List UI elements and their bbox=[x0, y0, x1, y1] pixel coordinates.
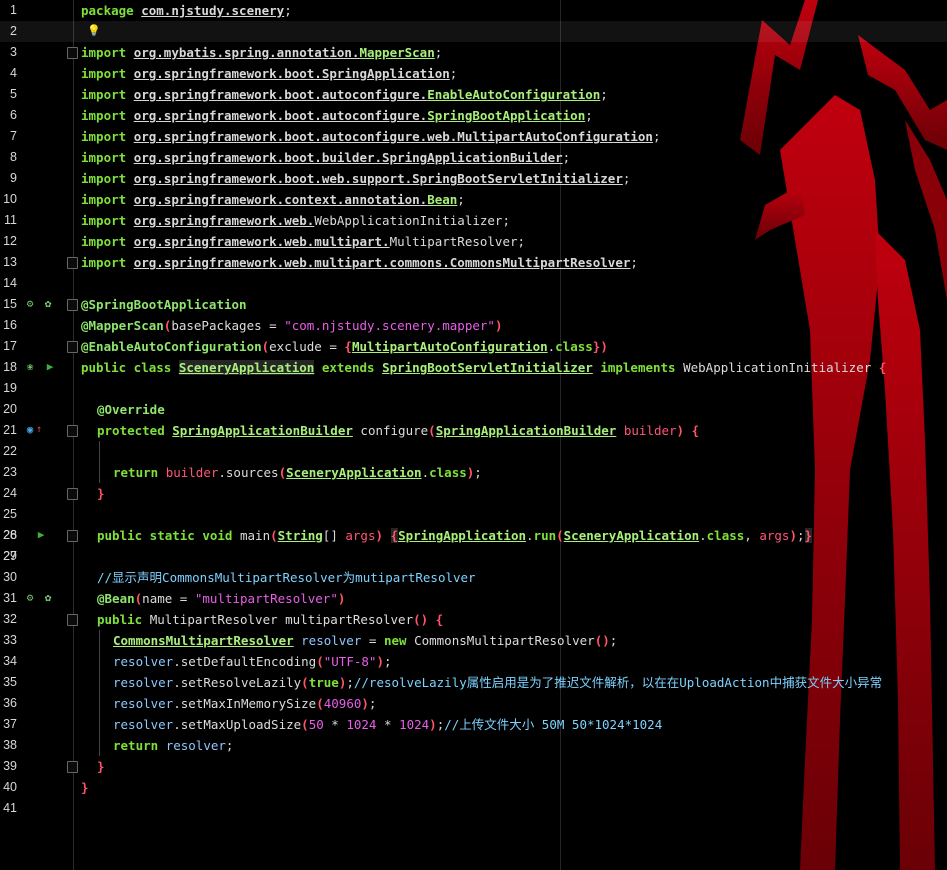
line-number: 30 bbox=[3, 570, 17, 584]
code-line[interactable]: 29 bbox=[0, 546, 947, 567]
line-number: 15 bbox=[3, 297, 17, 311]
line-number: 19 bbox=[3, 381, 17, 395]
code-line[interactable]: 12 import org.springframework.web.multip… bbox=[0, 231, 947, 252]
line-number: 28 bbox=[3, 528, 17, 542]
line-number: 9 bbox=[10, 171, 17, 185]
indent-guide bbox=[99, 441, 100, 483]
code-line[interactable]: 10 import org.springframework.context.an… bbox=[0, 189, 947, 210]
fold-icon[interactable] bbox=[67, 47, 78, 59]
code-editor[interactable]: 1 package com.njstudy.scenery; 2 💡 3 imp… bbox=[0, 0, 947, 870]
line-number: 5 bbox=[10, 87, 17, 101]
code-line[interactable]: 16 @MapperScan(basePackages = "com.njstu… bbox=[0, 315, 947, 336]
line-number: 25 bbox=[3, 507, 17, 521]
keyword: package bbox=[81, 3, 134, 18]
line-number: 35 bbox=[3, 675, 17, 689]
fold-icon[interactable] bbox=[67, 488, 78, 500]
code-line[interactable]: 1 package com.njstudy.scenery; bbox=[0, 0, 947, 21]
line-number: 14 bbox=[3, 276, 17, 290]
line-number: 8 bbox=[10, 150, 17, 164]
line-number: 29 bbox=[3, 549, 17, 563]
code-line[interactable]: 40 } bbox=[0, 777, 947, 798]
code-line[interactable]: 8 import org.springframework.boot.builde… bbox=[0, 147, 947, 168]
code-line[interactable]: 33 CommonsMultipartResolver resolver = n… bbox=[0, 630, 947, 651]
line-number: 41 bbox=[3, 801, 17, 815]
line-number: 37 bbox=[3, 717, 17, 731]
code-line[interactable]: 34 resolver.setDefaultEncoding("UTF-8"); bbox=[0, 651, 947, 672]
spring-bean-icon[interactable]: ✿ bbox=[41, 591, 55, 605]
code-line[interactable]: 20 @Override bbox=[0, 399, 947, 420]
package-name[interactable]: com.njstudy.scenery bbox=[141, 3, 284, 18]
fold-icon[interactable] bbox=[67, 299, 78, 311]
code-line[interactable]: 31 ⚙ ✿ @Bean(name = "multipartResolver") bbox=[0, 588, 947, 609]
line-number: 23 bbox=[3, 465, 17, 479]
code-line[interactable]: 3 import org.mybatis.spring.annotation.M… bbox=[0, 42, 947, 63]
line-number: 31 bbox=[3, 591, 17, 605]
code-line[interactable]: 32 public MultipartResolver multipartRes… bbox=[0, 609, 947, 630]
code-line[interactable]: 6 import org.springframework.boot.autoco… bbox=[0, 105, 947, 126]
code-line[interactable]: 36 resolver.setMaxInMemorySize(40960); bbox=[0, 693, 947, 714]
code-line[interactable]: 4 import org.springframework.boot.Spring… bbox=[0, 63, 947, 84]
code-line[interactable]: 19 bbox=[0, 378, 947, 399]
line-number: 21 bbox=[3, 423, 17, 437]
fold-icon[interactable] bbox=[67, 257, 78, 269]
override-arrow-icon: ↑ bbox=[35, 424, 43, 435]
code-line[interactable]: 7 import org.springframework.boot.autoco… bbox=[0, 126, 947, 147]
line-number: 1 bbox=[10, 3, 17, 17]
spring-bean-icon[interactable]: ❀ bbox=[23, 360, 37, 374]
line-number: 13 bbox=[3, 255, 17, 269]
lightbulb-icon[interactable]: 💡 bbox=[87, 24, 101, 38]
line-number: 36 bbox=[3, 696, 17, 710]
line-number: 6 bbox=[10, 108, 17, 122]
line-number: 17 bbox=[3, 339, 17, 353]
code-line[interactable]: 18 ❀ ▶ public class SceneryApplication e… bbox=[0, 357, 947, 378]
line-number: 22 bbox=[3, 444, 17, 458]
code-line[interactable]: 21 ◉ ↑ protected SpringApplicationBuilde… bbox=[0, 420, 947, 441]
spring-bean-icon[interactable]: ✿ bbox=[41, 297, 55, 311]
line-number: 2 bbox=[10, 24, 17, 38]
code-line[interactable]: 23 return builder.sources(SceneryApplica… bbox=[0, 462, 947, 483]
code-line[interactable]: 9 import org.springframework.boot.web.su… bbox=[0, 168, 947, 189]
code-line[interactable]: 38 return resolver; bbox=[0, 735, 947, 756]
code-line[interactable]: 17 @EnableAutoConfiguration(exclude = {M… bbox=[0, 336, 947, 357]
line-number: 4 bbox=[10, 66, 17, 80]
code-line[interactable]: 35 resolver.setResolveLazily(true);//res… bbox=[0, 672, 947, 693]
spring-bean-icon[interactable]: ⚙ bbox=[23, 591, 37, 605]
run-gutter-icon[interactable]: ▶ bbox=[43, 360, 57, 374]
line-number: 39 bbox=[3, 759, 17, 773]
line-number: 20 bbox=[3, 402, 17, 416]
fold-icon[interactable] bbox=[67, 761, 78, 773]
line-number: 10 bbox=[3, 192, 17, 206]
line-number: 32 bbox=[3, 612, 17, 626]
fold-icon[interactable] bbox=[67, 425, 78, 437]
code-line[interactable]: 28 bbox=[0, 525, 947, 546]
code-line[interactable]: 25 bbox=[0, 504, 947, 525]
code-line[interactable]: 30 //显示声明CommonsMultipartResolver为mutipa… bbox=[0, 567, 947, 588]
code-line[interactable]: 41 bbox=[0, 798, 947, 819]
code-line[interactable]: 11 import org.springframework.web.WebApp… bbox=[0, 210, 947, 231]
fold-icon[interactable] bbox=[67, 341, 78, 353]
line-number: 40 bbox=[3, 780, 17, 794]
spring-bean-icon[interactable]: ⚙ bbox=[23, 297, 37, 311]
line-number: 38 bbox=[3, 738, 17, 752]
code-line[interactable]: 37 resolver.setMaxUploadSize(50 * 1024 *… bbox=[0, 714, 947, 735]
code-line[interactable]: 13 import org.springframework.web.multip… bbox=[0, 252, 947, 273]
code-line-current[interactable]: 2 💡 bbox=[0, 21, 947, 42]
line-number: 18 bbox=[3, 360, 17, 374]
line-number: 11 bbox=[4, 213, 17, 227]
line-number: 33 bbox=[3, 633, 17, 647]
indent-guide bbox=[99, 630, 100, 756]
line-number: 3 bbox=[10, 45, 17, 59]
fold-icon[interactable] bbox=[67, 614, 78, 626]
line-number: 12 bbox=[3, 234, 17, 248]
code-line[interactable]: 24 } bbox=[0, 483, 947, 504]
code-line[interactable]: 22 bbox=[0, 441, 947, 462]
code-line[interactable]: 15 ⚙ ✿ @SpringBootApplication bbox=[0, 294, 947, 315]
line-number: 24 bbox=[3, 486, 17, 500]
line-number: 7 bbox=[10, 129, 17, 143]
code-line[interactable]: 39 } bbox=[0, 756, 947, 777]
line-number: 34 bbox=[3, 654, 17, 668]
line-number: 16 bbox=[3, 318, 17, 332]
code-line[interactable]: 14 bbox=[0, 273, 947, 294]
code-line[interactable]: 5 import org.springframework.boot.autoco… bbox=[0, 84, 947, 105]
